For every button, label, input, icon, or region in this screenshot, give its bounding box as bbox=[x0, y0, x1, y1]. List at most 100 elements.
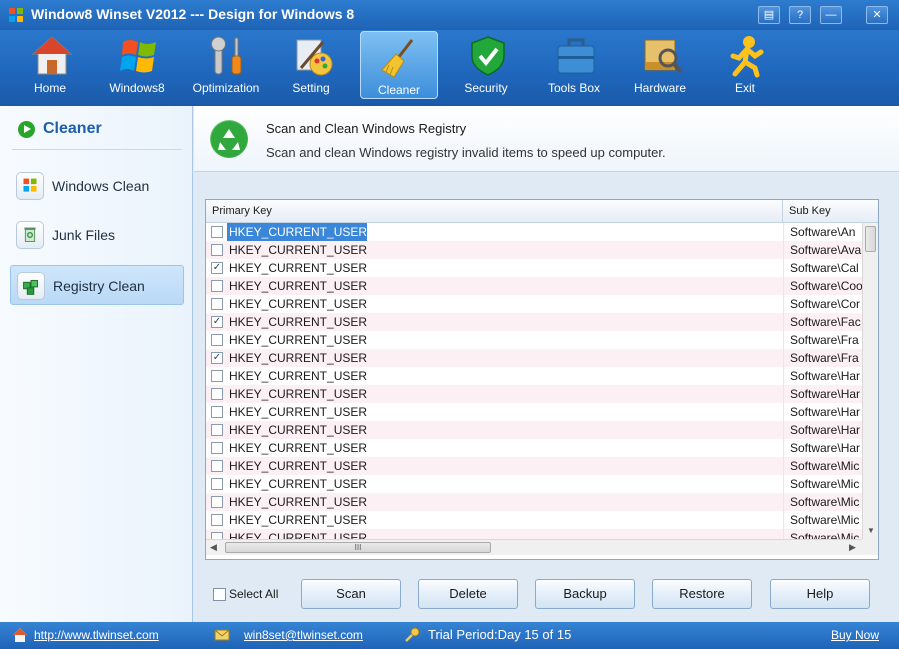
vertical-scrollbar[interactable]: ▼ bbox=[862, 223, 878, 539]
sidebar-item-registry-clean[interactable]: Registry Clean bbox=[10, 265, 184, 305]
toolbar-exit[interactable]: Exit bbox=[705, 30, 785, 100]
row-checkbox[interactable] bbox=[211, 514, 223, 526]
row-checkbox[interactable] bbox=[211, 532, 223, 539]
table-row[interactable]: ✓ HKEY_CURRENT_USER Software\Fac bbox=[206, 313, 862, 331]
horizontal-scrollbar[interactable]: ◀ III ▶ bbox=[206, 539, 862, 555]
table-row[interactable]: ✓ HKEY_CURRENT_USER Software\Fra bbox=[206, 349, 862, 367]
scroll-left-arrow-icon[interactable]: ◀ bbox=[210, 542, 217, 553]
row-checkbox[interactable]: ✓ bbox=[211, 316, 223, 328]
email-address[interactable]: win8set@tlwinset.com bbox=[244, 628, 363, 642]
scroll-down-arrow-icon[interactable]: ▼ bbox=[867, 526, 875, 535]
delete-button[interactable]: Delete bbox=[418, 579, 518, 609]
vertical-scroll-thumb[interactable] bbox=[865, 226, 876, 252]
minimize-button[interactable]: — bbox=[820, 6, 842, 24]
table-row[interactable]: HKEY_CURRENT_USER Software\Mic bbox=[206, 511, 862, 529]
toolbar-windows8[interactable]: Windows8 bbox=[97, 30, 177, 100]
toolbar-label: Tools Box bbox=[547, 81, 601, 95]
primary-key-cell: HKEY_CURRENT_USER bbox=[229, 441, 368, 455]
table-row[interactable]: HKEY_CURRENT_USER Software\Coo bbox=[206, 277, 862, 295]
close-button[interactable]: ✕ bbox=[866, 6, 888, 24]
table-row[interactable]: HKEY_CURRENT_USER Software\Ava bbox=[206, 241, 862, 259]
primary-key-cell: HKEY_CURRENT_USER bbox=[227, 223, 368, 241]
table-row[interactable]: ✓ HKEY_CURRENT_USER Software\Cal bbox=[206, 259, 862, 277]
select-all-checkbox[interactable]: Select All bbox=[213, 587, 293, 603]
website-url[interactable]: http://www.tlwinset.com bbox=[34, 628, 159, 642]
toolbar-setting[interactable]: Setting bbox=[271, 30, 351, 100]
row-checkbox[interactable] bbox=[211, 424, 223, 436]
checkbox-box[interactable] bbox=[213, 588, 226, 601]
table-row[interactable]: HKEY_CURRENT_USER Software\An bbox=[206, 223, 862, 241]
play-arrow-icon bbox=[18, 121, 35, 138]
row-checkbox[interactable] bbox=[211, 406, 223, 418]
sidebar-header: Cleaner bbox=[18, 120, 188, 140]
table-row[interactable]: HKEY_CURRENT_USER Software\Fra bbox=[206, 331, 862, 349]
primary-key-cell: HKEY_CURRENT_USER bbox=[229, 297, 368, 311]
row-checkbox[interactable] bbox=[211, 334, 223, 346]
registry-table: Primary Key Sub Key HKEY_CURRENT_USER Sof… bbox=[205, 199, 879, 560]
table-row[interactable]: HKEY_CURRENT_USER Software\Mic bbox=[206, 475, 862, 493]
row-checkbox[interactable] bbox=[211, 244, 223, 256]
running-man-icon bbox=[730, 36, 764, 78]
table-row[interactable]: HKEY_CURRENT_USER Software\Cor bbox=[206, 295, 862, 313]
email-link[interactable]: win8set@tlwinset.com bbox=[214, 626, 374, 644]
toolbar-label: Setting bbox=[292, 81, 330, 95]
sub-key-cell: Software\Fra bbox=[783, 331, 862, 349]
scroll-right-arrow-icon[interactable]: ▶ bbox=[849, 542, 856, 553]
row-checkbox[interactable] bbox=[211, 442, 223, 454]
buy-now-text[interactable]: Buy Now bbox=[831, 628, 879, 642]
row-checkbox[interactable] bbox=[211, 226, 223, 238]
sidebar-title: Cleaner bbox=[43, 120, 102, 137]
toolbar-security[interactable]: Security bbox=[446, 30, 526, 100]
skin-menu-button[interactable]: ▤ bbox=[758, 6, 780, 24]
backup-button[interactable]: Backup bbox=[535, 579, 635, 609]
sidebar-item-windows-clean[interactable]: Windows Clean bbox=[10, 166, 184, 206]
column-header-primary-key[interactable]: Primary Key bbox=[206, 200, 783, 222]
page-title: Scan and Clean Windows Registry bbox=[266, 121, 467, 136]
primary-key-cell: HKEY_CURRENT_USER bbox=[229, 477, 368, 491]
toolbar-home[interactable]: Home bbox=[10, 30, 90, 100]
row-checkbox[interactable] bbox=[211, 280, 223, 292]
table-row[interactable]: HKEY_CURRENT_USER Software\Har bbox=[206, 421, 862, 439]
sidebar-item-junk-files[interactable]: Junk Files bbox=[10, 215, 184, 255]
primary-key-cell: HKEY_CURRENT_USER bbox=[229, 495, 368, 509]
help-window-button[interactable]: ? bbox=[789, 6, 811, 24]
sub-key-cell: Software\Mic bbox=[783, 475, 862, 493]
row-checkbox[interactable] bbox=[211, 298, 223, 310]
sub-key-cell: Software\Har bbox=[783, 367, 862, 385]
buy-now-link[interactable]: Buy Now bbox=[831, 626, 891, 644]
row-checkbox[interactable] bbox=[211, 370, 223, 382]
help-button[interactable]: Help bbox=[770, 579, 870, 609]
website-link[interactable]: http://www.tlwinset.com bbox=[12, 626, 172, 644]
toolbar-label: Security bbox=[464, 81, 508, 95]
table-row[interactable]: HKEY_CURRENT_USER Software\Har bbox=[206, 439, 862, 457]
sub-key-cell: Software\Coo bbox=[783, 277, 862, 295]
row-checkbox[interactable]: ✓ bbox=[211, 352, 223, 364]
toolbar-optimization[interactable]: Optimization bbox=[186, 30, 266, 100]
row-checkbox[interactable]: ✓ bbox=[211, 262, 223, 274]
title-bar: Window8 Winset V2012 --- Design for Wind… bbox=[0, 0, 899, 30]
row-checkbox[interactable] bbox=[211, 478, 223, 490]
table-row[interactable]: HKEY_CURRENT_USER Software\Har bbox=[206, 385, 862, 403]
table-row[interactable]: HKEY_CURRENT_USER Software\Mic bbox=[206, 529, 862, 539]
horizontal-scroll-thumb[interactable]: III bbox=[225, 542, 491, 553]
row-checkbox[interactable] bbox=[211, 460, 223, 472]
table-row[interactable]: HKEY_CURRENT_USER Software\Mic bbox=[206, 457, 862, 475]
scan-button[interactable]: Scan bbox=[301, 579, 401, 609]
table-row[interactable]: HKEY_CURRENT_USER Software\Mic bbox=[206, 493, 862, 511]
sub-key-cell: Software\Mic bbox=[783, 457, 862, 475]
column-header-sub-key[interactable]: Sub Key bbox=[783, 200, 863, 222]
sub-key-cell: Software\Har bbox=[783, 439, 862, 457]
restore-button[interactable]: Restore bbox=[652, 579, 752, 609]
toolbar-tools-box[interactable]: Tools Box bbox=[534, 30, 614, 100]
toolbar-label: Cleaner bbox=[377, 83, 421, 97]
primary-key-cell: HKEY_CURRENT_USER bbox=[229, 333, 368, 347]
row-checkbox[interactable] bbox=[211, 496, 223, 508]
table-row[interactable]: HKEY_CURRENT_USER Software\Har bbox=[206, 403, 862, 421]
paint-brush-icon bbox=[296, 39, 333, 76]
toolbar-cleaner[interactable]: Cleaner bbox=[360, 31, 438, 99]
table-row[interactable]: HKEY_CURRENT_USER Software\Har bbox=[206, 367, 862, 385]
registry-cubes-icon bbox=[17, 272, 45, 300]
row-checkbox[interactable] bbox=[211, 388, 223, 400]
main-toolbar: Home Windows8 Optimization Setting Clean… bbox=[0, 30, 899, 106]
toolbar-hardware[interactable]: Hardware bbox=[620, 30, 700, 100]
